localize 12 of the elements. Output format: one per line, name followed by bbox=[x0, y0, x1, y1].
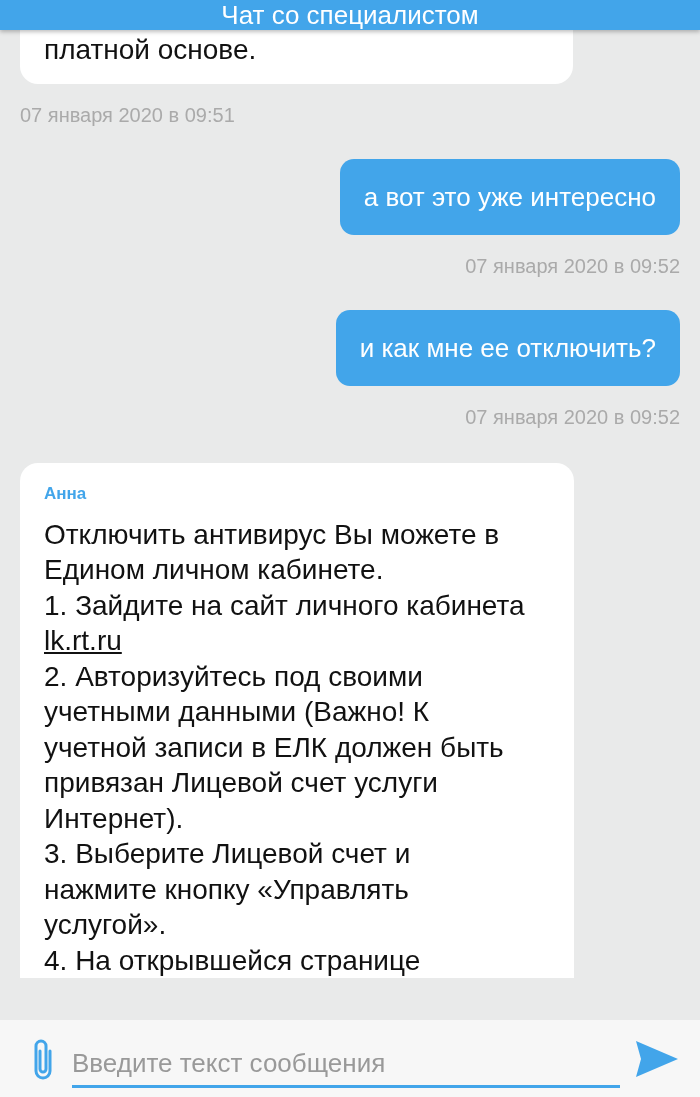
message-time: 07 января 2020 в 09:52 bbox=[465, 254, 680, 278]
message-text: и как мне ее отключить? bbox=[359, 332, 656, 363]
message-text: платной основе. bbox=[44, 34, 257, 65]
message-time: 07 января 2020 в 09:52 bbox=[465, 405, 680, 429]
site-link[interactable]: lk.rt.ru bbox=[44, 625, 122, 656]
message-input[interactable]: Введите текст сообщения bbox=[72, 1043, 620, 1088]
message-text: а вот это уже интересно bbox=[363, 181, 656, 212]
message-bubble: Анна Отключить антивирус Вы можете в Едином личном кабинете. 1. Зайдите на сайт личного кабинета lk.rt.ru 2. Авторизуйтесь под своими учетными данными (Важно! К учетной записи в ЕЛК должен быть привязан Лицевой счет услуги Интернет). 3. Выберите Лицевой счет и нажмите кнопку «Управлять услугой». 4. На открывшейся странице bbox=[20, 462, 574, 978]
author-name: Анна bbox=[44, 482, 88, 505]
chat-title: Чат со специалистом bbox=[221, 0, 479, 30]
message-time: 07 января 2020 в 09:51 bbox=[20, 103, 235, 127]
send-icon[interactable] bbox=[636, 1040, 678, 1077]
